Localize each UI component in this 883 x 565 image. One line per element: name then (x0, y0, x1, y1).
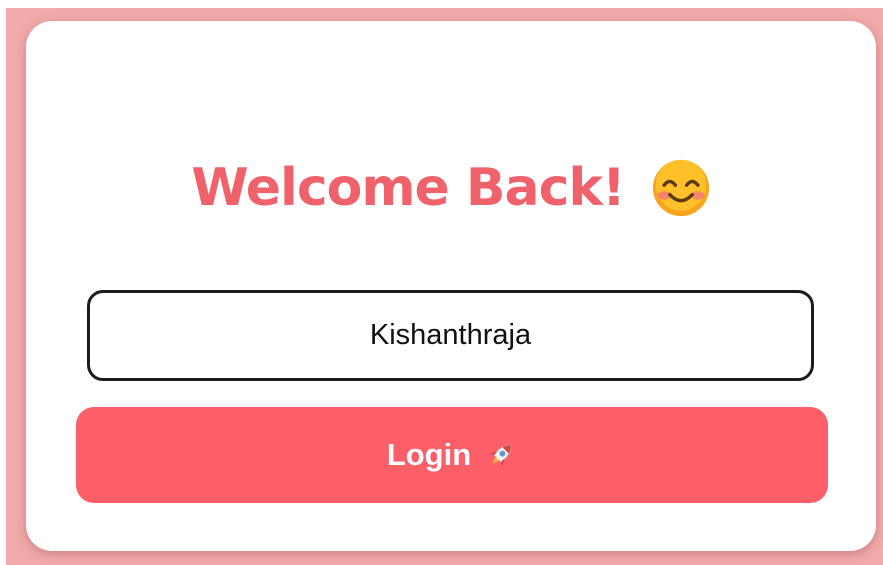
login-button[interactable]: Login (76, 407, 828, 503)
login-card: Welcome Back! Login (26, 21, 876, 551)
username-input[interactable] (87, 290, 814, 381)
page-title: Welcome Back! (191, 158, 626, 218)
login-button-label: Login (386, 437, 472, 472)
title-row: Welcome Back! (26, 153, 876, 223)
rocket-icon (489, 444, 512, 467)
smiling-face-icon (652, 159, 709, 217)
